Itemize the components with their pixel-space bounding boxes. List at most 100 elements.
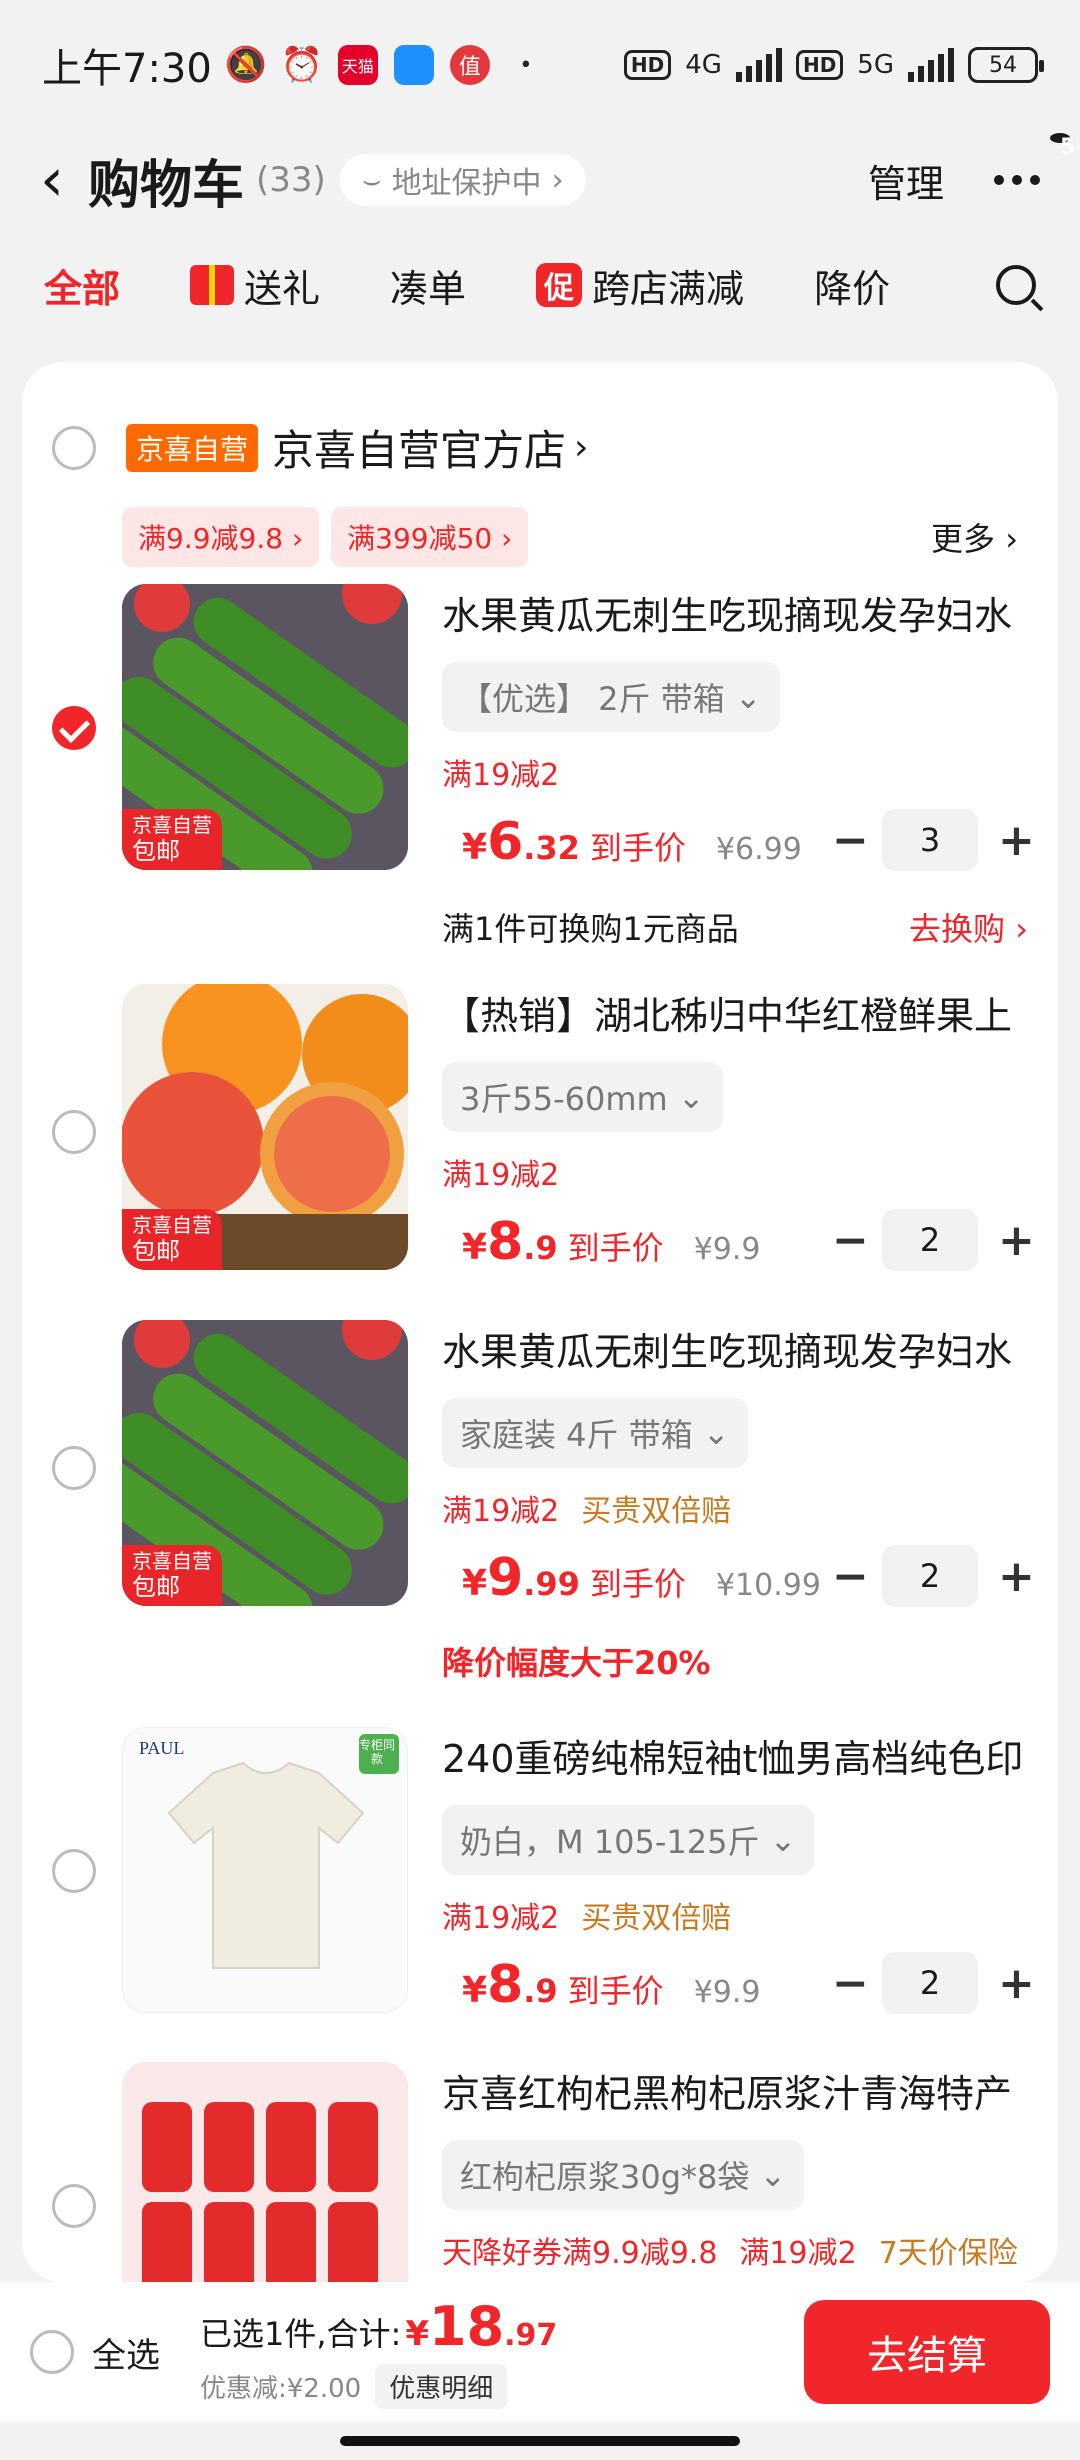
search-icon[interactable] <box>996 265 1036 305</box>
quantity-value[interactable]: 2 <box>882 1952 978 2014</box>
spec-label: 家庭装 4斤 带箱 <box>460 1415 693 1454</box>
select-all-label[interactable]: 全选 <box>92 2328 160 2377</box>
product-name[interactable]: 水果黄瓜无刺生吃现摘现发孕妇水 <box>442 594 1028 640</box>
spec-label: 奶白，M 105-125斤 <box>460 1822 760 1861</box>
promo-tags: 天降好券满9.9减9.8 满19减2 7天价保险 <box>442 2228 1028 2272</box>
select-all-checkbox[interactable] <box>30 2330 74 2374</box>
quantity-stepper: − 2 + <box>832 1545 1035 1607</box>
decrease-button[interactable]: − <box>832 815 869 866</box>
promo-tag: 买贵双倍赔 <box>581 1493 732 1529</box>
promo-tag: 满19减2 <box>442 1157 560 1193</box>
spec-selector[interactable]: 家庭装 4斤 带箱 ⌄ <box>442 1397 748 1468</box>
product-image[interactable]: PAUL 专柜同款 <box>122 1727 408 2013</box>
quantity-stepper: − 2 + <box>832 1209 1035 1271</box>
increase-button[interactable]: + <box>998 1215 1035 1266</box>
item-select-checkbox[interactable] <box>52 706 96 750</box>
promo-chip[interactable]: 满399减50 › <box>331 507 529 567</box>
quantity-value[interactable]: 3 <box>882 809 978 871</box>
mute-icon: 🔕 <box>224 45 267 85</box>
promo-tag: 满19减2 <box>442 1900 560 1936</box>
tab-price-drop[interactable]: 降价 <box>814 258 890 313</box>
price-decimal: .99 <box>523 1565 580 1603</box>
page-header: ‹ 购物车 (33) ⌣ 地址保护中 › 管理 5+ <box>0 130 1080 230</box>
total-line: 已选1件,合计: ¥ 18 .97 <box>200 2295 557 2358</box>
product-image[interactable]: 京喜自营 包邮 <box>122 584 408 870</box>
item-info: 240重磅纯棉短袖t恤男高档纯色印 奶白，M 105-125斤 ⌄ 满19减2 买贵… <box>442 1737 1028 1937</box>
more-promos-link[interactable]: 更多 › <box>931 514 1018 560</box>
spec-selector[interactable]: 3斤55-60mm ⌄ <box>442 1061 723 1132</box>
thumb-label-line-2: 包邮 <box>132 837 180 866</box>
product-image[interactable]: 京喜自营 包邮 <box>122 1320 408 1606</box>
product-name[interactable]: 水果黄瓜无刺生吃现摘现发孕妇水 <box>442 1330 1028 1376</box>
tshirt-image <box>123 1728 407 2012</box>
original-price: ¥10.99 <box>715 1568 821 1603</box>
quantity-value[interactable]: 2 <box>882 1209 978 1271</box>
promo-chip[interactable]: 满9.9减9.8 › <box>122 507 320 567</box>
decrease-button[interactable]: − <box>832 1958 869 2009</box>
store-select-checkbox[interactable] <box>52 425 96 470</box>
promo-tags: 满19减2 <box>442 1150 1028 1194</box>
increase-button[interactable]: + <box>998 1958 1035 2009</box>
tab-all[interactable]: 全部 <box>44 258 120 313</box>
store-promotions: 满9.9减9.8 › 满399减50 › 更多 › <box>122 507 1018 567</box>
manage-button[interactable]: 管理 <box>868 153 944 208</box>
order-summary: 已选1件,合计: ¥ 18 .97 优惠减:¥2.00 优惠明细 <box>200 2295 557 2409</box>
promo-tag: 满19减2 <box>442 757 560 793</box>
thumb-label-line-1: 京喜自营 <box>132 813 212 838</box>
chat-app-icon <box>393 45 434 85</box>
item-select-checkbox[interactable] <box>52 1110 96 1154</box>
back-icon[interactable]: ‹ <box>40 150 64 210</box>
promo-tag: 买贵双倍赔 <box>581 1900 732 1936</box>
spec-label: 【优选】 2斤 带箱 <box>460 679 725 718</box>
spec-selector[interactable]: 奶白，M 105-125斤 ⌄ <box>442 1804 815 1875</box>
cart-item: 京喜自营 包邮 【热销】湖北秭归中华红橙鲜果上 3斤55-60mm ⌄ 满19减2 … <box>22 984 1058 1314</box>
checkout-button[interactable]: 去结算 <box>804 2300 1050 2404</box>
original-price: ¥6.99 <box>715 832 802 867</box>
increase-button[interactable]: + <box>998 1551 1035 1602</box>
promo-tags: 满19减2 买贵双倍赔 <box>442 1486 1028 1530</box>
dot-icon <box>994 175 1004 185</box>
product-image[interactable] <box>122 2062 408 2282</box>
item-select-checkbox[interactable] <box>52 1849 96 1893</box>
item-select-checkbox[interactable] <box>52 1446 96 1490</box>
spec-selector[interactable]: 红枸杞原浆30g*8袋 ⌄ <box>442 2139 805 2210</box>
cart-item: PAUL 专柜同款 240重磅纯棉短袖t恤男高档纯色印 奶白，M 105-125… <box>22 1727 1058 2057</box>
checkout-bar: 全选 已选1件,合计: ¥ 18 .97 优惠减:¥2.00 优惠明细 去结算 <box>0 2282 1080 2422</box>
total-integer: 18 <box>429 2295 505 2358</box>
spec-selector[interactable]: 【优选】 2斤 带箱 ⌄ <box>442 661 780 732</box>
price-drop-note: 降价幅度大于20% <box>442 1644 711 1682</box>
promo-icon: 促 <box>536 263 583 307</box>
status-time: 上午7:30 <box>42 46 212 92</box>
product-name[interactable]: 【热销】湖北秭归中华红橙鲜果上 <box>442 994 1028 1040</box>
chevron-down-icon: ⌄ <box>759 2155 787 2194</box>
increase-button[interactable]: + <box>998 815 1035 866</box>
decrease-button[interactable]: − <box>832 1215 869 1266</box>
cart-count: (33) <box>256 160 326 200</box>
zhi-app-icon: 值 <box>449 45 490 85</box>
discount-detail-button[interactable]: 优惠明细 <box>375 2364 508 2409</box>
product-image[interactable]: 京喜自营 包邮 <box>122 984 408 1270</box>
tab-gift[interactable]: 送礼 <box>190 258 320 313</box>
promo-tag: 天降好券满9.9减9.8 <box>442 2235 718 2271</box>
exchange-link[interactable]: 去换购 › <box>909 904 1028 950</box>
tab-cross-store[interactable]: 促跨店满减 <box>536 258 744 313</box>
product-name[interactable]: 240重磅纯棉短袖t恤男高档纯色印 <box>442 1737 1028 1783</box>
dot-icon: • <box>519 52 533 78</box>
currency-symbol: ¥ <box>462 1563 488 1604</box>
tab-bundle[interactable]: 凑单 <box>390 258 466 313</box>
decrease-button[interactable]: − <box>832 1551 869 1602</box>
product-name[interactable]: 京喜红枸杞黑枸杞原浆汁青海特产 <box>442 2072 1028 2118</box>
store-name[interactable]: 京喜自营官方店 <box>272 417 566 478</box>
address-protection-pill[interactable]: ⌣ 地址保护中 › <box>339 154 586 206</box>
item-info: 【热销】湖北秭归中华红橙鲜果上 3斤55-60mm ⌄ 满19减2 <box>442 994 1028 1194</box>
home-indicator[interactable] <box>340 2436 740 2446</box>
shield-icon: ⌣ <box>361 162 382 198</box>
promo-tag: 7天价保险 <box>878 2235 1018 2271</box>
item-info: 京喜红枸杞黑枸杞原浆汁青海特产 红枸杞原浆30g*8袋 ⌄ 天降好券满9.9减9.… <box>442 2072 1028 2272</box>
item-select-checkbox[interactable] <box>52 2184 96 2228</box>
quantity-value[interactable]: 2 <box>882 1545 978 1607</box>
currency-symbol: ¥ <box>462 827 488 868</box>
original-price: ¥9.9 <box>693 1232 761 1267</box>
more-menu-button[interactable]: 5+ <box>994 133 1080 185</box>
exchange-offer: 满1件可换购1元商品 <box>442 910 739 948</box>
